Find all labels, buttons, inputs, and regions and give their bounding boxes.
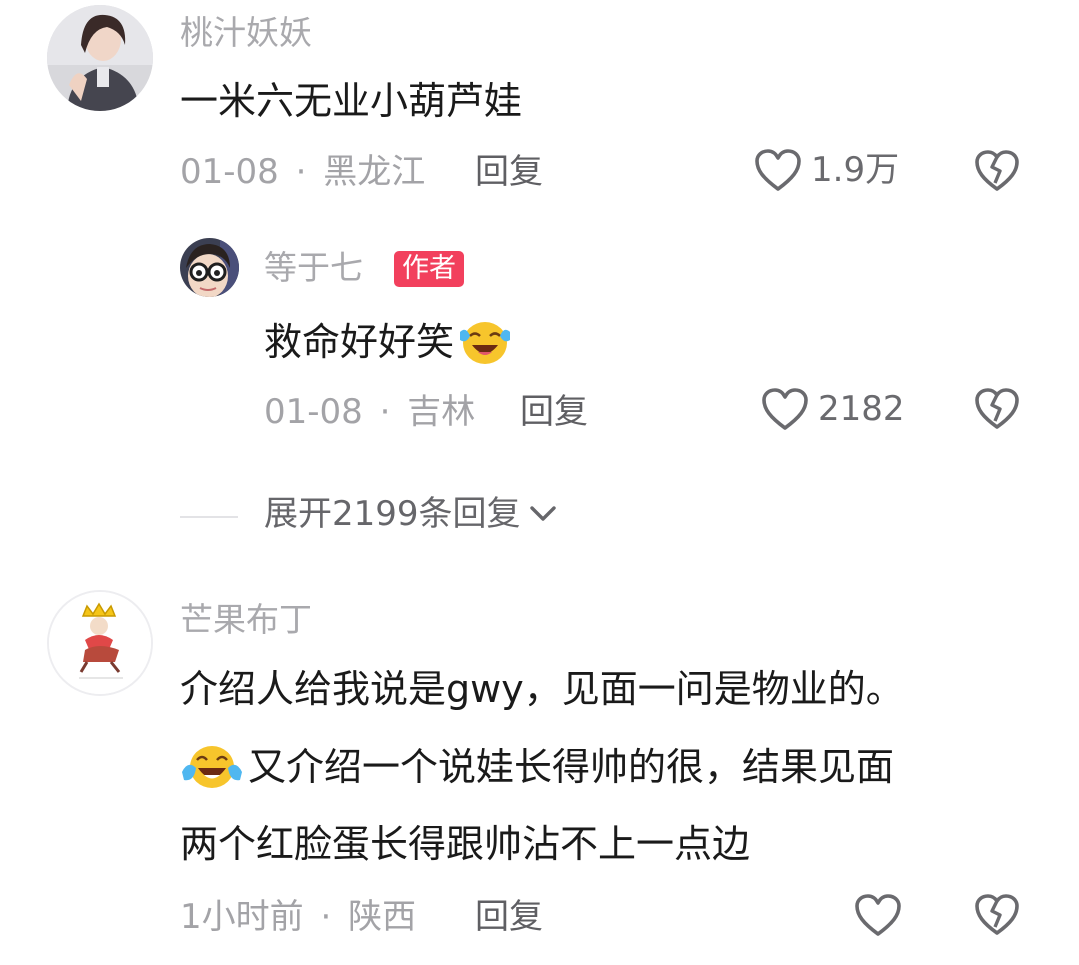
comment-location: 黑龙江	[323, 152, 426, 192]
comment-meta: 01-08 · 黑龙江	[180, 155, 425, 189]
dislike-button[interactable]	[973, 387, 1021, 431]
reply-meta: 01-08 · 吉林	[264, 395, 475, 429]
comment-text-line: 介绍人给我说是gwy，见面一问是物业的。	[180, 667, 904, 711]
reply-username[interactable]: 等于七	[264, 251, 363, 284]
meta-separator: ·	[379, 392, 391, 432]
expand-divider-line	[180, 516, 238, 518]
comment-text-line-content: 又介绍一个说娃长得帅的很，结果见面	[248, 745, 895, 789]
avatar[interactable]	[47, 5, 153, 111]
heart-outline-icon	[762, 388, 808, 430]
comment-username[interactable]: 桃汁妖妖	[180, 16, 312, 49]
comment-text-line: 两个红脸蛋长得跟帅沾不上一点边	[180, 822, 751, 866]
crying-laughing-emoji	[182, 746, 242, 788]
meta-separator: ·	[295, 152, 307, 192]
reply-text-content: 救命好好笑	[264, 320, 455, 364]
heart-outline-icon	[755, 149, 801, 191]
dislike-button[interactable]	[973, 149, 1021, 193]
reply-text: 救命好好笑	[264, 318, 514, 366]
like-count: 2182	[818, 389, 905, 429]
comment-text-line: 又介绍一个说娃长得帅的很，结果见面	[180, 742, 894, 792]
comment-location: 陕西	[348, 897, 417, 937]
dislike-button[interactable]	[973, 893, 1021, 937]
reply-button[interactable]: 回复	[475, 155, 543, 189]
expand-replies-button[interactable]: 展开2199条回复	[264, 497, 559, 531]
like-button[interactable]: 1.9万	[753, 147, 899, 193]
comment-date: 1小时前	[180, 897, 304, 937]
broken-heart-icon	[975, 388, 1019, 429]
like-count: 1.9万	[811, 150, 900, 190]
meta-separator: ·	[320, 897, 332, 937]
avatar[interactable]	[47, 590, 153, 696]
reply-button[interactable]: 回复	[520, 395, 588, 429]
comment-meta: 1小时前 · 陕西	[180, 900, 416, 934]
comment-username[interactable]: 芒果布丁	[180, 603, 312, 636]
avatar[interactable]	[180, 238, 239, 297]
comment-text: 一米六无业小葫芦娃	[180, 79, 523, 123]
broken-heart-icon	[975, 894, 1019, 935]
chevron-down-icon	[529, 506, 556, 521]
broken-heart-icon	[975, 150, 1019, 191]
reply-date: 01-08	[264, 392, 363, 432]
expand-replies-label: 展开2199条回复	[264, 494, 521, 534]
laughing-tears-emoji	[460, 322, 511, 364]
reply-location: 吉林	[407, 392, 476, 432]
heart-outline-icon	[855, 894, 901, 936]
author-badge: 作者	[394, 251, 464, 287]
comment-date: 01-08	[180, 152, 279, 192]
like-button[interactable]	[853, 892, 903, 938]
reply-button[interactable]: 回复	[475, 900, 543, 934]
like-button[interactable]: 2182	[760, 386, 905, 432]
